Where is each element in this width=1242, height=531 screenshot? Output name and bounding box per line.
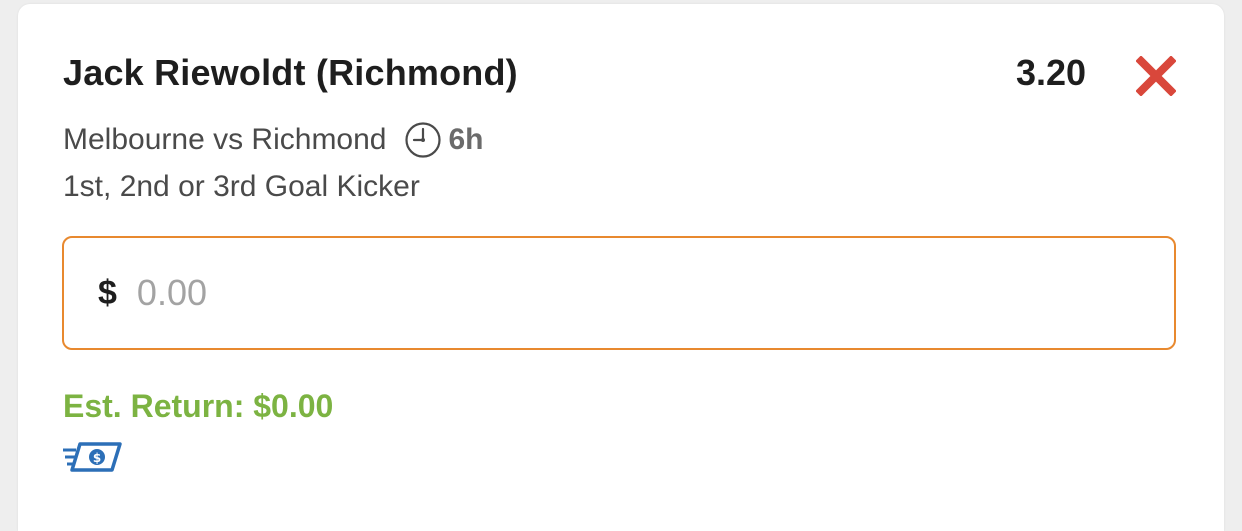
clock-icon — [404, 121, 442, 159]
remove-selection-button[interactable] — [1136, 56, 1176, 96]
bet-slip-card: Jack Riewoldt (Richmond) 3.20 Melbourne … — [18, 4, 1224, 531]
close-icon — [1136, 56, 1176, 96]
currency-symbol: $ — [98, 273, 117, 312]
time-to-start: 6h — [448, 123, 484, 156]
stake-field[interactable]: $ — [62, 236, 1176, 350]
svg-text:$: $ — [93, 451, 101, 465]
stake-input[interactable] — [134, 271, 1039, 315]
estimated-return: Est. Return: $0.00 — [63, 388, 334, 424]
odds-value: 3.20 — [1016, 52, 1087, 93]
match-name: Melbourne vs Richmond — [63, 123, 387, 156]
market-name: 1st, 2nd or 3rd Goal Kicker — [63, 170, 420, 203]
selection-title: Jack Riewoldt (Richmond) — [63, 52, 518, 93]
event-row: Melbourne vs Richmond 6h — [63, 120, 484, 160]
cash-out-icon[interactable]: $ — [62, 441, 122, 473]
